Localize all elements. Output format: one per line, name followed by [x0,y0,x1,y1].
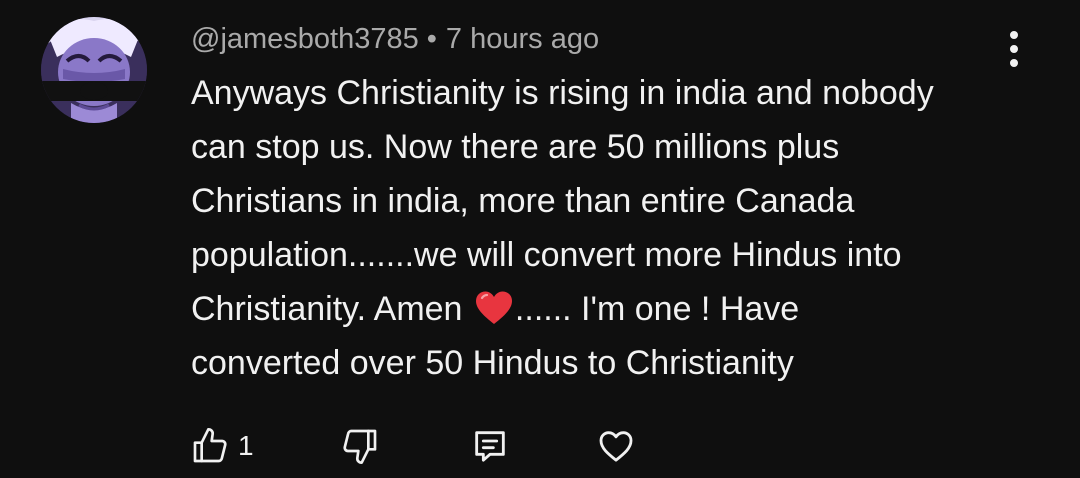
creator-heart-button[interactable] [596,420,636,472]
dislike-button[interactable] [340,420,380,472]
reply-button[interactable] [470,420,510,472]
meta-separator: • [426,23,437,55]
red-heart-emoji-icon [475,291,512,324]
comment-text-line: can stop us. Now there are 50 millions p… [191,128,840,166]
comment-text-line: Christianity. Amen ...... I'm one ! Have [191,282,1021,336]
timestamp: 7 hours ago [445,23,600,55]
comment-meta: @jamesboth3785 • 7 hours ago [191,20,599,58]
comment-text-line: Christians in india, more than entire Ca… [191,182,855,220]
reply-comment-icon [475,431,505,462]
heart-outline-icon [599,431,633,462]
comment-actions: 1 [0,420,1080,472]
like-count: 1 [238,430,254,461]
thumbs-down-icon [343,429,377,464]
more-vertical-icon-dot [1010,31,1018,39]
comment-card: @jamesboth3785 • 7 hours ago Anyways Chris… [0,0,1080,478]
comment-text-line: population.......we will convert more Hi… [191,236,902,274]
more-options-button[interactable] [996,28,1032,70]
like-button[interactable]: 1 [190,420,254,472]
more-vertical-icon-dot [1010,45,1018,53]
thumbs-up-icon [193,428,227,463]
comment-text-segment: ...... I'm one ! Have [514,290,800,328]
avatar[interactable] [41,17,147,123]
comment-text-line: converted over 50 Hindus to Christianity [191,344,794,382]
avatar-image [41,17,147,123]
comment-text: Anyways Christianity is rising in india … [191,66,1021,390]
author-name[interactable]: @jamesboth3785 [191,23,419,55]
comment-text-line: Anyways Christianity is rising in india … [191,74,934,112]
comment-text-segment: Christianity. Amen [191,290,472,328]
